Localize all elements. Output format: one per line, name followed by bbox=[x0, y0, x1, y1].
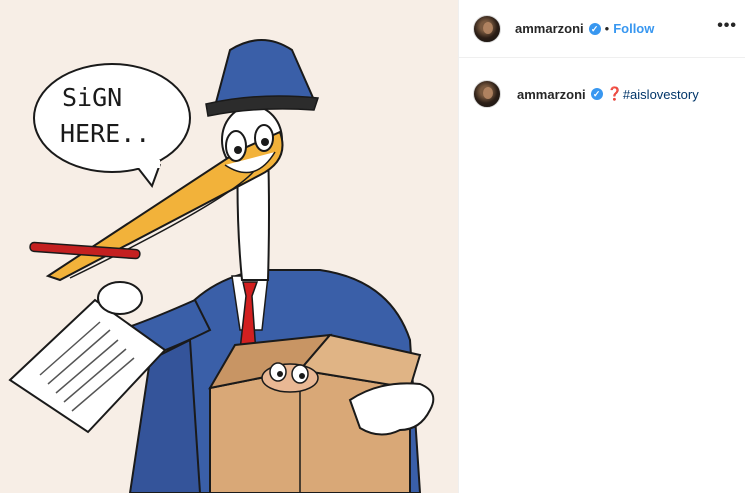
caption-verified-badge-icon: ✓ bbox=[590, 88, 603, 100]
more-options-icon[interactable]: ••• bbox=[717, 17, 737, 35]
caption-avatar[interactable] bbox=[473, 80, 501, 108]
hashtag-link[interactable]: #aislovestory bbox=[623, 87, 699, 102]
caption-username-link[interactable]: ammarzoni bbox=[517, 87, 586, 102]
caption-comment: ammarzoni ✓ ❓ #aislovestory bbox=[459, 58, 745, 108]
separator-dot: • bbox=[604, 21, 610, 36]
speech-text-line1: SiGN bbox=[62, 83, 122, 112]
avatar[interactable] bbox=[473, 14, 501, 43]
stork-hand-left bbox=[97, 281, 143, 315]
verified-badge-icon: ✓ bbox=[588, 22, 601, 35]
username-link[interactable]: ammarzoni bbox=[515, 21, 584, 36]
post-header: ammarzoni ✓ • Follow ••• bbox=[459, 0, 745, 58]
post-side-panel: ammarzoni ✓ • Follow ••• ammarzoni ✓ ❓ #… bbox=[458, 0, 745, 493]
follow-button[interactable]: Follow bbox=[613, 21, 654, 36]
stork-cartoon: SiGN HERE.. bbox=[8, 39, 435, 493]
post-container: SiGN HERE.. ammarzoni ✓ • Follow ••• amm… bbox=[0, 0, 745, 493]
speech-text-line2: HERE.. bbox=[60, 119, 150, 148]
post-image[interactable]: SiGN HERE.. bbox=[0, 0, 458, 493]
speech-bubble: SiGN HERE.. bbox=[33, 63, 191, 189]
question-emoji-icon: ❓ bbox=[606, 86, 623, 101]
